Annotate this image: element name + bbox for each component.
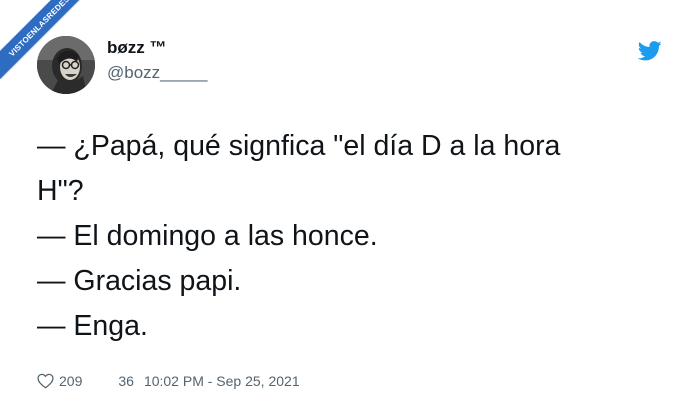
avatar[interactable] — [37, 36, 95, 94]
tweet-line: — Enga. — [37, 310, 148, 342]
heart-icon[interactable] — [37, 373, 54, 389]
like-count: 209 — [59, 373, 83, 389]
display-name[interactable]: bøzz ™ — [107, 38, 167, 58]
reply-count: 36 — [118, 373, 134, 389]
tweet-line: — El domingo a las honce. — [37, 220, 378, 252]
tweet-line: H"? — [37, 175, 84, 207]
user-handle[interactable]: @bozz_____ — [107, 63, 207, 83]
tweet-line: — ¿Papá, qué signfica "el día D a la hor… — [37, 130, 561, 162]
twitter-bird-icon[interactable] — [638, 41, 662, 61]
tweet-text: — ¿Papá, qué signfica "el día D a la hor… — [37, 124, 677, 349]
tweet-card: VISTOENLASREDES bøzz ™ @bozz_____ — ¿Pap… — [0, 0, 700, 417]
avatar-image — [37, 36, 95, 94]
tweet-timestamp[interactable]: 10:02 PM - Sep 25, 2021 — [144, 373, 300, 389]
tweet-line: — Gracias papi. — [37, 265, 242, 297]
tweet-footer: 209 36 10:02 PM - Sep 25, 2021 — [37, 370, 300, 392]
